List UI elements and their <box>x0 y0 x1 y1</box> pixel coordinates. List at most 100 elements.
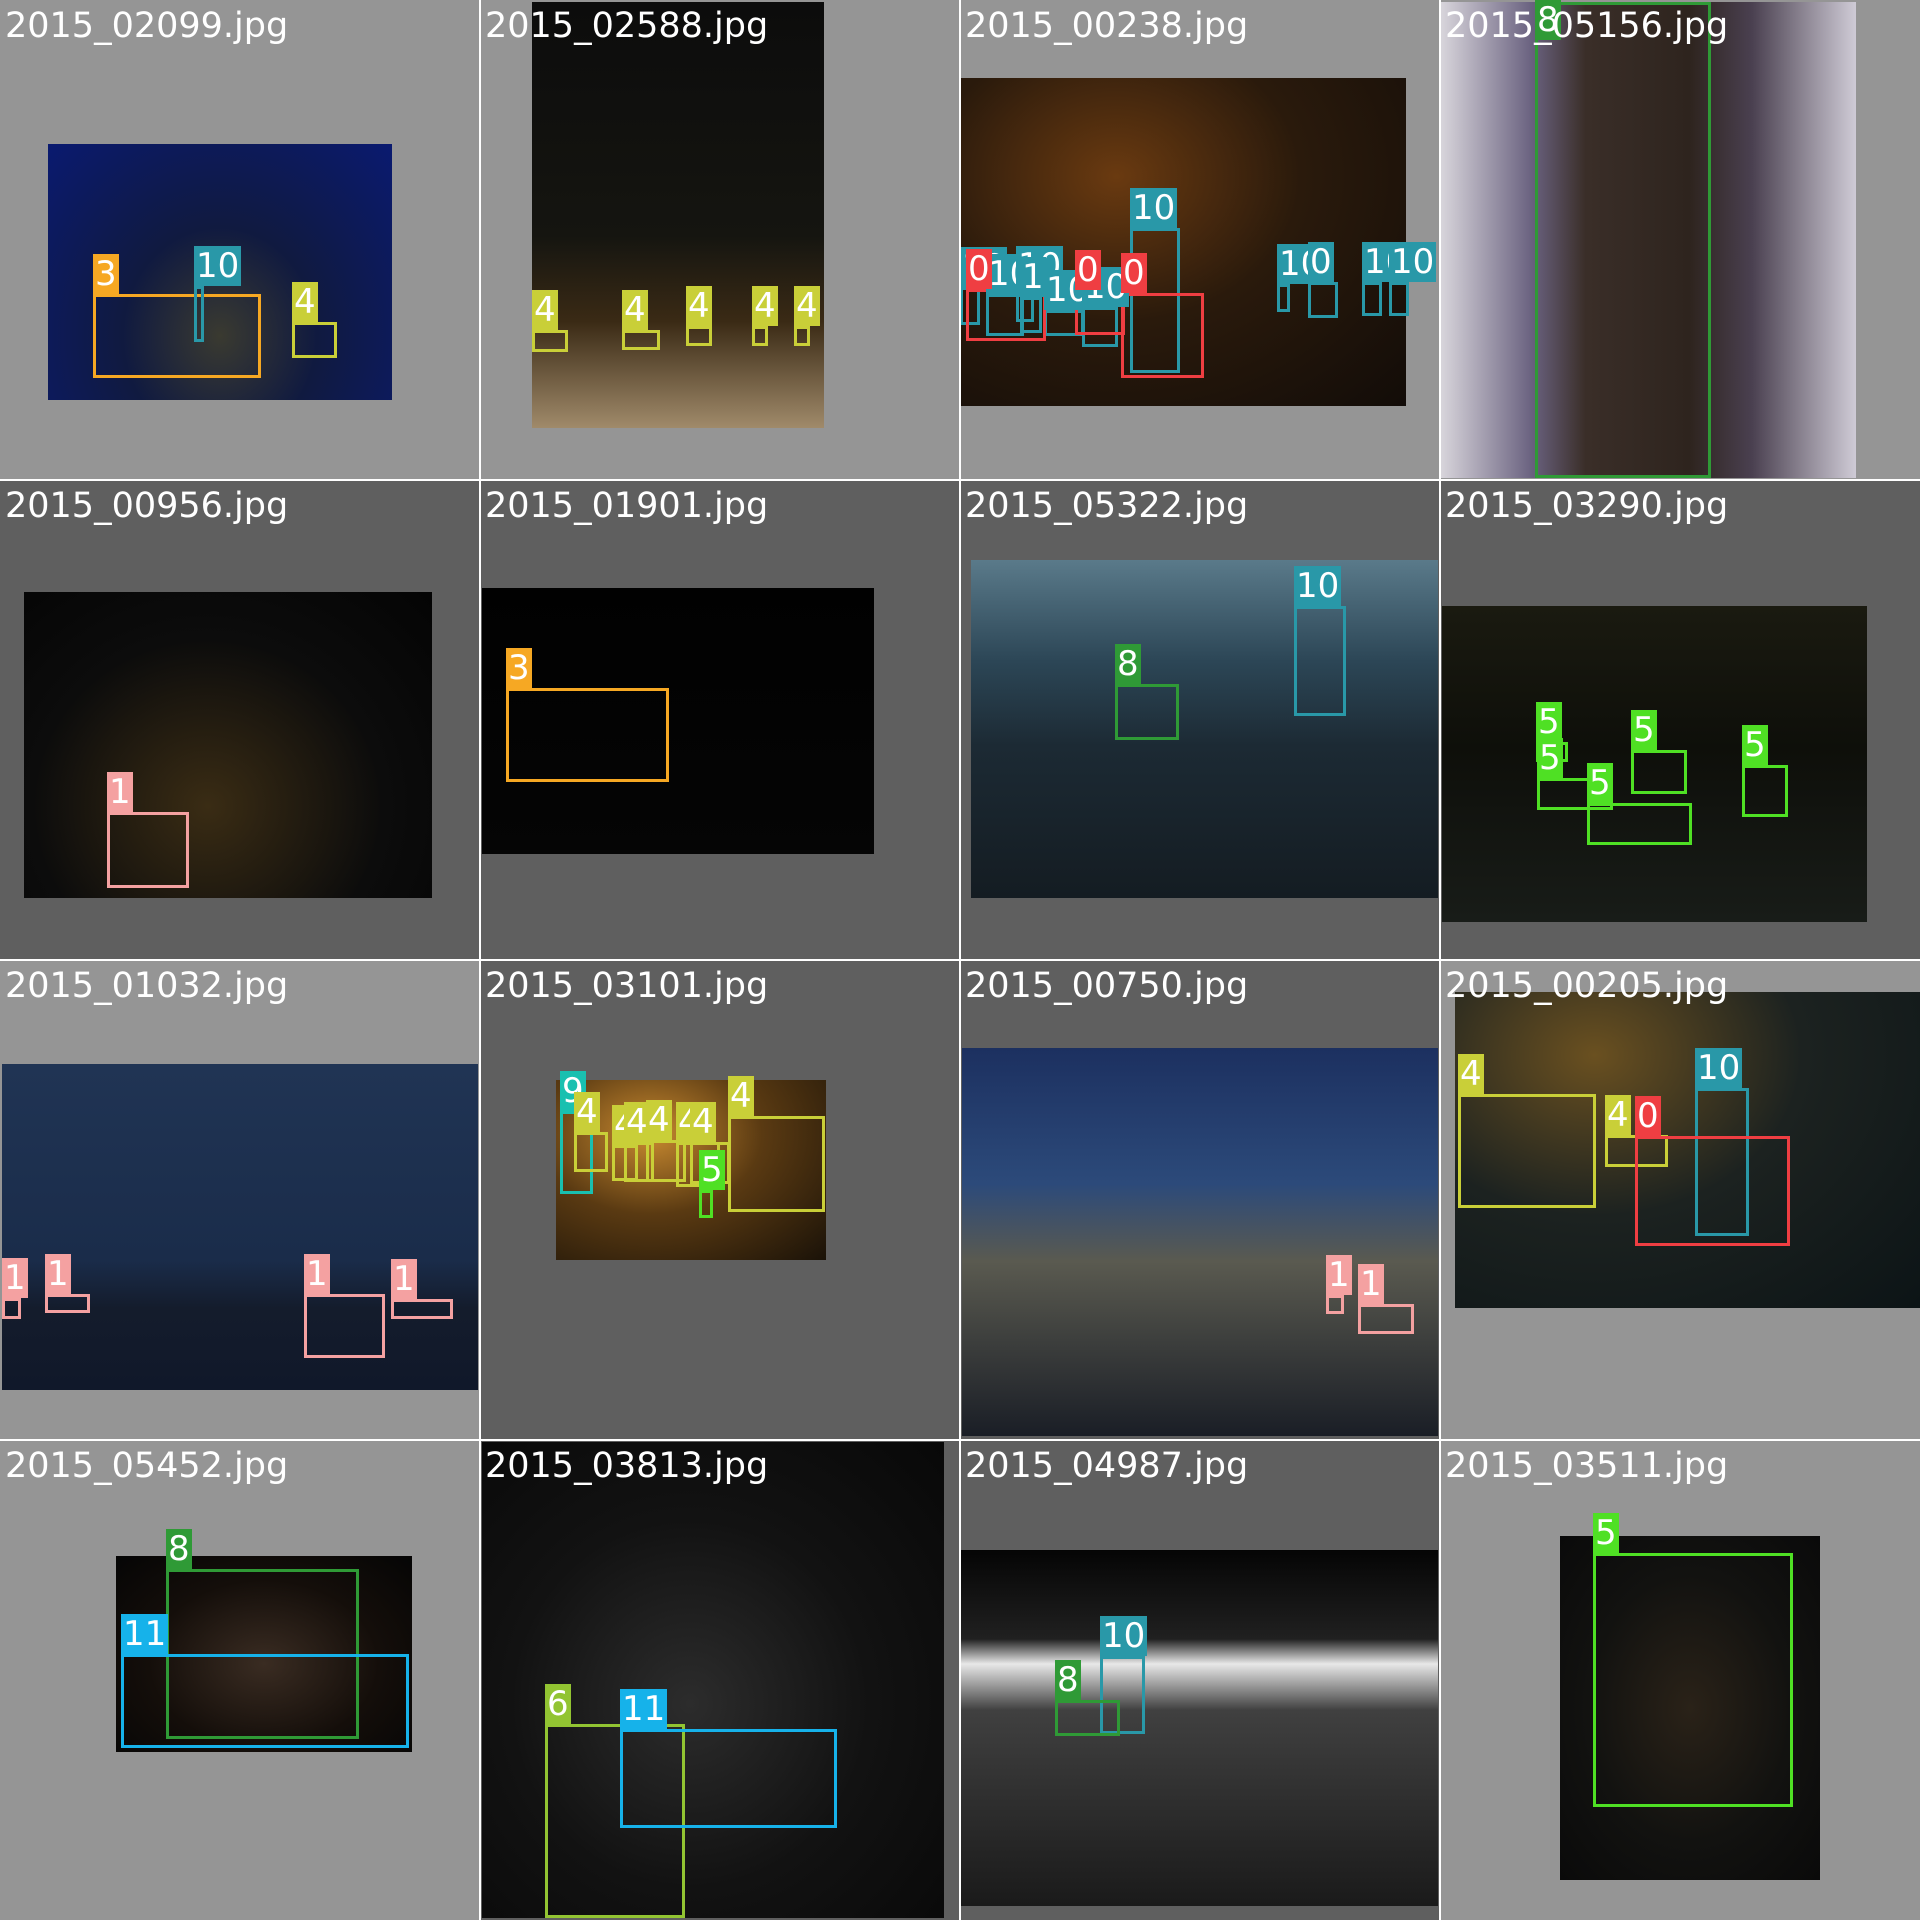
tile-2015-05452-jpg: 8 11 2015_05452.jpg <box>0 1440 480 1920</box>
class-label-tag: 1 <box>1358 1264 1384 1304</box>
class-label-tag: 5 <box>1587 763 1613 803</box>
tile-2015-02588-jpg: 4 4 4 4 4 2015_02588.jpg <box>480 0 960 480</box>
bounding-box <box>1535 2 1711 478</box>
bounding-box <box>752 326 768 346</box>
class-label-tag: 4 <box>690 1102 716 1142</box>
class-label-tag: 1 <box>1326 1255 1352 1295</box>
bounding-box <box>1593 1553 1793 1807</box>
tile-2015-03101-jpg: 9444444452015_03101.jpg <box>480 960 960 1440</box>
filename-label: 2015_03813.jpg <box>485 1446 769 1486</box>
bounding-box <box>1587 803 1692 845</box>
filename-label: 2015_05452.jpg <box>5 1446 289 1486</box>
class-label-tag: 11 <box>620 1689 668 1729</box>
grid-divider <box>0 1439 1920 1441</box>
bounding-box <box>1308 282 1338 318</box>
class-label-tag: 5 <box>1537 738 1563 778</box>
tile-2015-04987-jpg: 10 8 2015_04987.jpg <box>960 1440 1440 1920</box>
tile-2015-05322-jpg: 10 8 2015_05322.jpg <box>960 480 1440 960</box>
class-label-tag: 4 <box>794 286 820 326</box>
class-label-tag: 4 <box>646 1100 672 1140</box>
class-label-tag: 3 <box>93 254 119 294</box>
class-label-tag: 8 <box>1055 1660 1081 1700</box>
bounding-box <box>93 294 261 378</box>
tile-2015-05156-jpg: 8 2015_05156.jpg <box>1440 0 1920 480</box>
bounding-box <box>194 286 204 342</box>
bounding-box <box>1358 1304 1414 1334</box>
bounding-box <box>1631 750 1687 794</box>
tile-2015-00750-jpg: 1 1 2015_00750.jpg <box>960 960 1440 1440</box>
class-label-tag: 0 <box>1308 242 1334 282</box>
class-label-tag: 0 <box>1075 250 1101 290</box>
class-label-tag: 4 <box>532 290 558 330</box>
photo <box>971 560 1438 898</box>
bounding-box <box>292 322 337 358</box>
class-label-tag: 5 <box>1593 1513 1619 1553</box>
photo <box>962 1048 1438 1436</box>
tile-2015-00205-jpg: 4 4 10 0 2015_00205.jpg <box>1440 960 1920 1440</box>
bounding-box <box>622 330 660 350</box>
bounding-box <box>107 812 189 888</box>
tile-2015-00238-jpg: 101010110010010100101002015_00238.jpg <box>960 0 1440 480</box>
class-label-tag: 4 <box>1458 1054 1484 1094</box>
filename-label: 2015_02099.jpg <box>5 6 289 46</box>
bounding-box <box>1277 284 1290 312</box>
grid-divider <box>0 959 1920 961</box>
filename-label: 2015_00205.jpg <box>1445 966 1729 1006</box>
filename-label: 2015_02588.jpg <box>485 6 769 46</box>
image-mosaic: 3 10 4 2015_02099.jpg 4 4 4 4 4 2015_02588.jpg 10 1… <box>0 0 1920 1920</box>
class-label-tag: 1 <box>1020 257 1046 297</box>
filename-label: 2015_05156.jpg <box>1445 6 1729 46</box>
bounding-box <box>728 1116 825 1212</box>
bounding-box <box>1362 282 1382 316</box>
bounding-box <box>1055 1700 1120 1736</box>
bounding-box <box>1115 684 1179 740</box>
class-label-tag: 10 <box>1100 1616 1148 1656</box>
bounding-box <box>391 1299 453 1319</box>
class-label-tag: 0 <box>1121 253 1147 293</box>
filename-label: 2015_03511.jpg <box>1445 1446 1729 1486</box>
photo <box>960 1550 1438 1906</box>
class-label-tag: 0 <box>1635 1096 1661 1136</box>
tile-2015-03290-jpg: 5 5 5 5 5 2015_03290.jpg <box>1440 480 1920 960</box>
filename-label: 2015_03290.jpg <box>1445 486 1729 526</box>
photo <box>532 2 824 428</box>
class-label-tag: 1 <box>45 1254 71 1294</box>
bounding-box <box>1742 765 1788 817</box>
bounding-box <box>532 330 568 352</box>
class-label-tag: 5 <box>699 1150 725 1190</box>
class-label-tag: 4 <box>574 1092 600 1132</box>
filename-label: 2015_03101.jpg <box>485 966 769 1006</box>
class-label-tag: 4 <box>292 282 318 322</box>
bounding-box <box>699 1190 713 1218</box>
grid-divider <box>1439 0 1441 1920</box>
bounding-box <box>620 1729 837 1828</box>
class-label-tag: 1 <box>304 1254 330 1294</box>
tile-2015-01901-jpg: 3 2015_01901.jpg <box>480 480 960 960</box>
filename-label: 2015_04987.jpg <box>965 1446 1249 1486</box>
photo <box>24 592 432 898</box>
bounding-box <box>1389 282 1409 316</box>
class-label-tag: 4 <box>1605 1095 1631 1135</box>
class-label-tag: 4 <box>686 286 712 326</box>
class-label-tag: 8 <box>166 1529 192 1569</box>
filename-label: 2015_05322.jpg <box>965 486 1249 526</box>
class-label-tag: 6 <box>545 1684 571 1724</box>
bounding-box <box>2 1298 21 1319</box>
bounding-box <box>1635 1136 1790 1246</box>
bounding-box <box>1294 606 1346 716</box>
filename-label: 2015_01901.jpg <box>485 486 769 526</box>
class-label-tag: 4 <box>728 1076 754 1116</box>
class-label-tag: 10 <box>194 246 242 286</box>
class-label-tag: 5 <box>1536 702 1562 742</box>
bounding-box <box>574 1132 608 1172</box>
tile-2015-02099-jpg: 3 10 4 2015_02099.jpg <box>0 0 480 480</box>
tile-2015-00956-jpg: 1 2015_00956.jpg <box>0 480 480 960</box>
class-label-tag: 1 <box>391 1259 417 1299</box>
class-label-tag: 8 <box>1115 644 1141 684</box>
class-label-tag: 11 <box>121 1614 169 1654</box>
filename-label: 2015_00750.jpg <box>965 966 1249 1006</box>
bounding-box <box>506 688 669 782</box>
class-label-tag: 1 <box>107 772 133 812</box>
bounding-box <box>121 1654 409 1748</box>
class-label-tag: 10 <box>1294 566 1342 606</box>
